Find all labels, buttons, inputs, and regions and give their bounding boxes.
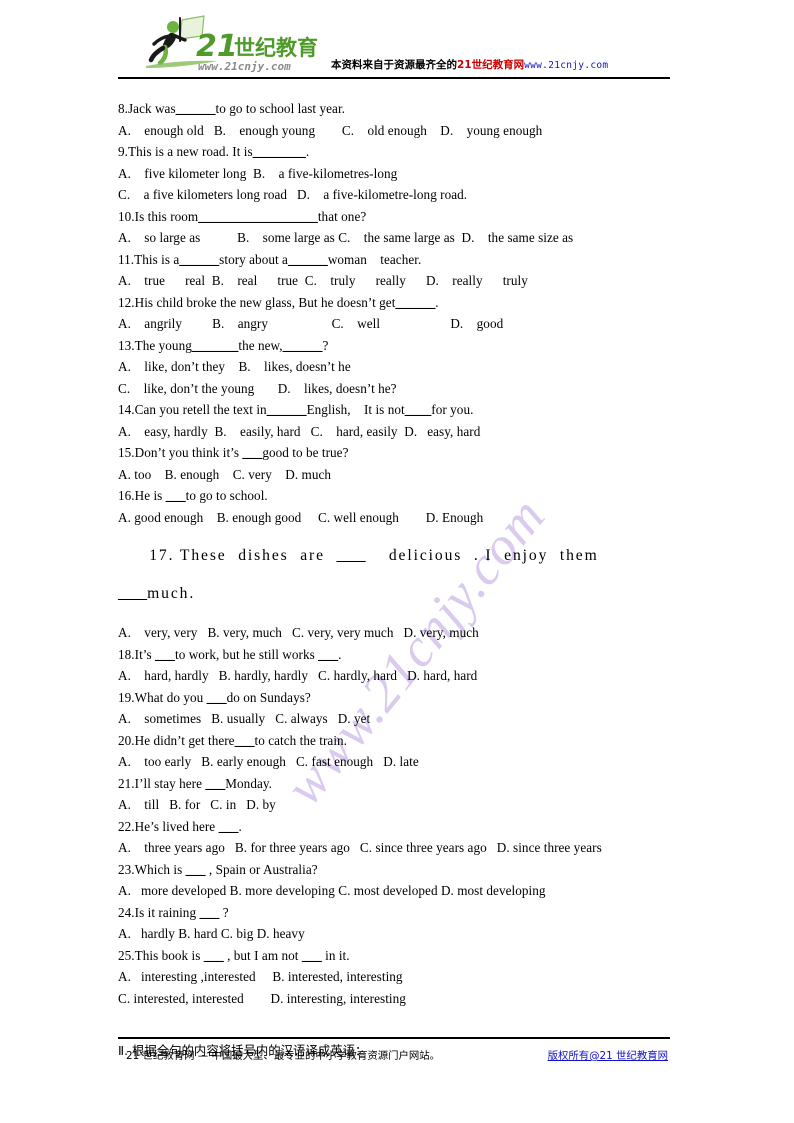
question-options: A. true real B. real true C. truly reall… [118,273,528,288]
footer-text: 21 世纪教育网 — 中国最大型、最专业的中小学教育资源门户网站。 [126,1050,441,1062]
question-options: A. enough old B. enough young C. old eno… [118,122,543,138]
svg-text:www.21cnjy.com: www.21cnjy.com [198,60,291,73]
question-options: A. three years ago B. for three years ag… [118,840,602,855]
question-options: A. hardly B. hard C. big D. heavy [118,926,305,941]
answer-blank: ___ [205,775,226,791]
running-man-with-flag-icon: 21 世纪教育 www.21cnjy.com [146,15,318,73]
question-stem: 16.He is ___to go to school. [118,488,268,503]
page-content: 21 世纪教育 www.21cnjy.com 本资料来自于资源最齐全的21世纪教… [118,0,670,1123]
question-options: A. five kilometer long B. a five-kilomet… [118,165,398,181]
question-options: A. good enough B. enough good C. well en… [118,509,484,525]
question-options: A. easy, hardly B. easily, hard C. hard,… [118,423,481,439]
answer-blank: ___ [185,861,206,877]
question-stem: 24.Is it raining ___ ? [118,904,229,920]
answer-blank: ______ [282,337,323,353]
answer-blank: __________________ [198,208,318,224]
question-stem: 10.Is this room__________________that on… [118,208,367,224]
question-stem: 18.It’s ___to work, but he still works _… [118,646,342,662]
svg-text:世纪教育: 世纪教育 [234,36,318,60]
question-stem: 12.His child broke the new glass, But he… [118,294,439,310]
question-stem-large: 17. These dishes are ___ delicious . I e… [149,547,599,564]
answer-blank: ___ [206,689,227,705]
question-stem: 15.Don’t you think it’s ___good to be tr… [118,445,349,460]
question-options: C. interested, interested D. interesting… [118,990,406,1006]
answer-blank: ___ [203,947,224,963]
answer-blank: ___ [336,547,366,564]
question-body: 8.Jack was______to go to school last yea… [118,98,674,1061]
question-stem: 20.He didn’t get there___to catch the tr… [118,732,348,748]
answer-blank: ___ [301,947,322,963]
question-options: A. angrily B. angry C. well D. good [118,316,504,331]
answer-blank: ___ [165,488,186,503]
header-divider [118,77,670,79]
answer-blank: ______ [179,251,220,267]
answer-blank: ___ [234,732,255,748]
question-options: A. so large as B. some large as C. the s… [118,230,574,245]
question-stem-large-cont: ___much. [118,585,196,602]
question-options: C. a five kilometers long road D. a five… [118,187,468,202]
question-stem: 23.Which is ___ , Spain or Australia? [118,861,318,877]
answer-blank: ___ [118,585,148,602]
question-stem: 21.I’ll stay here ___Monday. [118,775,273,791]
question-stem: 19.What do you ___do on Sundays? [118,689,311,705]
question-options: A. hard, hardly B. hardly, hardly C. har… [118,668,478,683]
slogan-url: www.21cnjy.com [524,60,609,71]
question-options: C. like, don’t the young D. likes, doesn… [118,380,397,396]
answer-blank: ______ [395,294,436,310]
question-stem: 9.This is a new road. It is________. [118,144,310,159]
answer-blank: ____ [404,402,432,417]
question-options: A. too early B. early enough C. fast eno… [118,754,419,769]
header-slogan: 本资料来自于资源最齐全的21世纪教育网www.21cnjy.com [331,58,608,73]
answer-blank: ________ [252,144,306,159]
question-options: A. more developed B. more developing C. … [118,883,546,898]
slogan-prefix: 本资料来自于资源最齐全的 [331,59,457,71]
question-options: A. very, very B. very, much C. very, ver… [118,625,479,640]
svg-text:21: 21 [196,29,238,64]
question-options: A. too B. enough C. very D. much [118,466,332,482]
question-stem: 25.This book is ___ , but I am not ___ i… [118,947,350,963]
page-footer: 21 世纪教育网 — 中国最大型、最专业的中小学教育资源门户网站。 版权所有@2… [118,1046,670,1072]
answer-blank: ___ [242,445,263,460]
question-stem: 22.He’s lived here ___. [118,818,242,834]
answer-blank: ___ [218,818,239,834]
brand-logo: 21 世纪教育 www.21cnjy.com [146,14,338,76]
page-header: 21 世纪教育 www.21cnjy.com 本资料来自于资源最齐全的21世纪教… [118,14,670,78]
answer-blank: _______ [191,337,239,353]
question-options: A. sometimes B. usually C. always D. yet [118,711,371,726]
question-options: A. till B. for C. in D. by [118,797,276,812]
answer-blank: ___ [199,904,220,920]
answer-blank: ______ [266,402,307,417]
question-stem: 13.The young_______the new,______? [118,337,329,353]
footer-divider [118,1037,670,1039]
copyright-link[interactable]: 版权所有@21 世纪教育网 [548,1049,668,1064]
answer-blank: ___ [155,646,175,662]
slogan-highlight: 21世纪教育网 [457,59,525,71]
answer-blank: ______ [175,101,216,116]
question-stem: 8.Jack was______to go to school last yea… [118,101,346,116]
answer-blank: ______ [287,251,328,267]
document-page: www.21cnjy.com 21 世纪教育 www.21cnjy.com 本资… [0,0,794,1123]
question-stem: 11.This is a______story about a______wom… [118,251,422,267]
question-options: A. interesting ,interested B. interested… [118,969,403,984]
answer-blank: ___ [318,646,339,662]
question-stem: 14.Can you retell the text in______Engli… [118,402,474,417]
question-options: A. like, don’t they B. likes, doesn’t he [118,359,351,374]
